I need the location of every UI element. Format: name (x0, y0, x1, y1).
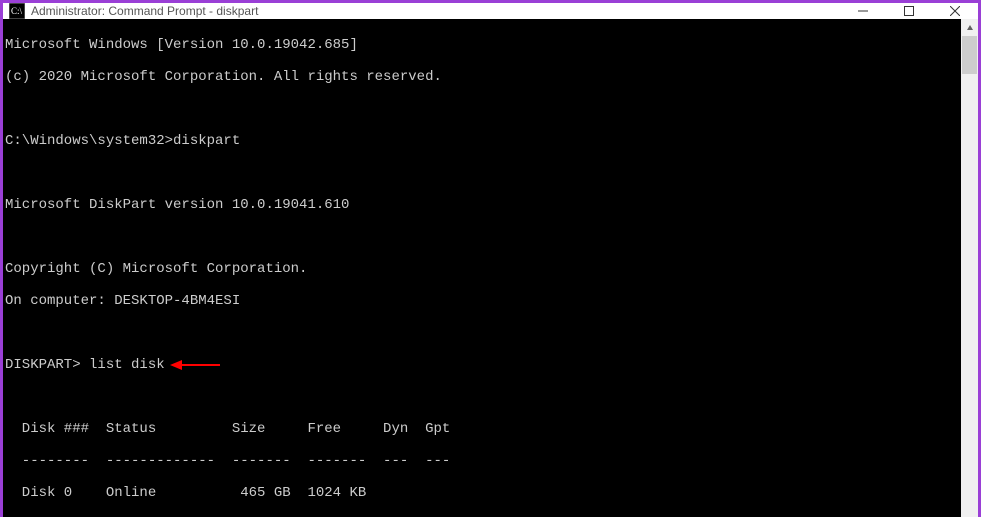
blank-line (5, 325, 961, 341)
svg-text:C:\: C:\ (11, 6, 23, 16)
output-line: Microsoft Windows [Version 10.0.19042.68… (5, 37, 961, 53)
output-line: Microsoft DiskPart version 10.0.19041.61… (5, 197, 961, 213)
window-frame: C:\ Administrator: Command Prompt - disk… (0, 0, 981, 517)
blank-line (5, 165, 961, 181)
window-title: Administrator: Command Prompt - diskpart (31, 4, 840, 18)
scroll-up-button[interactable] (961, 19, 978, 36)
maximize-button[interactable] (886, 3, 932, 19)
prompt-line: C:\Windows\system32>diskpart (5, 133, 961, 149)
cmd-icon: C:\ (9, 3, 25, 19)
close-button[interactable] (932, 3, 978, 19)
diskpart-command: DISKPART> list disk (5, 357, 165, 373)
table-header: Disk ### Status Size Free Dyn Gpt (5, 421, 961, 437)
blank-line (5, 101, 961, 117)
table-divider: -------- ------------- ------- ------- -… (5, 453, 961, 469)
titlebar[interactable]: C:\ Administrator: Command Prompt - disk… (3, 3, 978, 19)
scroll-thumb[interactable] (962, 36, 977, 74)
scroll-track[interactable] (961, 36, 978, 517)
table-row: Disk 0 Online 465 GB 1024 KB (5, 485, 961, 501)
output-line: On computer: DESKTOP-4BM4ESI (5, 293, 961, 309)
vertical-scrollbar[interactable] (961, 19, 978, 517)
annotation-arrow-icon (170, 359, 220, 371)
output-line: Copyright (C) Microsoft Corporation. (5, 261, 961, 277)
terminal-output[interactable]: Microsoft Windows [Version 10.0.19042.68… (3, 19, 961, 517)
window-controls (840, 3, 978, 19)
output-line: (c) 2020 Microsoft Corporation. All righ… (5, 69, 961, 85)
blank-line (5, 229, 961, 245)
prompt-line: DISKPART> list disk (5, 357, 961, 373)
minimize-button[interactable] (840, 3, 886, 19)
client-area: Microsoft Windows [Version 10.0.19042.68… (3, 19, 978, 517)
blank-line (5, 389, 961, 405)
